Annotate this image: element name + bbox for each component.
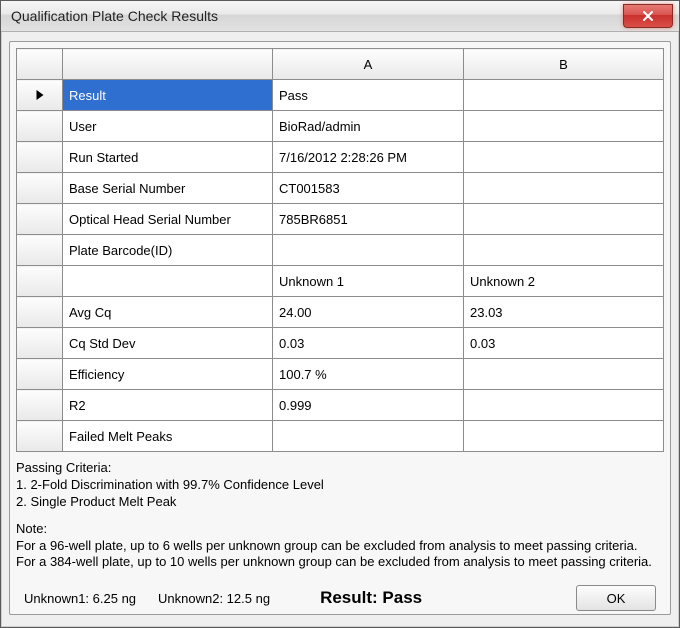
cell-b[interactable] — [464, 235, 664, 266]
row-header[interactable] — [17, 359, 63, 390]
cell-a[interactable]: BioRad/admin — [273, 111, 464, 142]
close-button[interactable] — [623, 4, 673, 28]
cell-b[interactable]: 0.03 — [464, 328, 664, 359]
cell-b[interactable] — [464, 142, 664, 173]
row-label[interactable] — [63, 266, 273, 297]
table-row[interactable]: Plate Barcode(ID) — [17, 235, 664, 266]
criteria-line-1: 1. 2-Fold Discrimination with 99.7% Conf… — [16, 477, 664, 494]
table-row[interactable]: Failed Melt Peaks — [17, 421, 664, 452]
grid-header-label[interactable] — [63, 49, 273, 80]
footer-unknown2: Unknown2: 12.5 ng — [158, 591, 270, 606]
footer-result: Result: Pass — [320, 588, 422, 608]
row-label[interactable]: Run Started — [63, 142, 273, 173]
cell-b[interactable] — [464, 111, 664, 142]
grid-body: ResultPassUserBioRad/adminRun Started7/1… — [17, 80, 664, 452]
dialog-window: Qualification Plate Check Results A B — [0, 0, 680, 628]
table-row[interactable]: Base Serial NumberCT001583 — [17, 173, 664, 204]
criteria-line-2: 2. Single Product Melt Peak — [16, 494, 664, 511]
cell-b[interactable] — [464, 421, 664, 452]
row-label[interactable]: R2 — [63, 390, 273, 421]
grid-header-row: A B — [17, 49, 664, 80]
row-header[interactable] — [17, 80, 63, 111]
close-icon — [642, 10, 654, 22]
row-label[interactable]: Avg Cq — [63, 297, 273, 328]
note-heading: Note: — [16, 521, 664, 538]
cell-b[interactable] — [464, 359, 664, 390]
cell-a[interactable] — [273, 421, 464, 452]
row-label[interactable]: User — [63, 111, 273, 142]
table-row[interactable]: Run Started7/16/2012 2:28:26 PM — [17, 142, 664, 173]
results-grid[interactable]: A B ResultPassUserBioRad/adminRun Starte… — [16, 48, 664, 452]
row-label[interactable]: Result — [63, 80, 273, 111]
cell-a[interactable]: CT001583 — [273, 173, 464, 204]
row-header[interactable] — [17, 390, 63, 421]
cell-b[interactable] — [464, 80, 664, 111]
table-row[interactable]: Unknown 1Unknown 2 — [17, 266, 664, 297]
grid-header-a[interactable]: A — [273, 49, 464, 80]
note-line-2: For a 384-well plate, up to 10 wells per… — [16, 554, 664, 571]
criteria-heading: Passing Criteria: — [16, 460, 664, 477]
cell-b[interactable] — [464, 390, 664, 421]
notes-area: Passing Criteria: 1. 2-Fold Discriminati… — [10, 452, 670, 575]
row-label[interactable]: Optical Head Serial Number — [63, 204, 273, 235]
window-title: Qualification Plate Check Results — [11, 8, 218, 24]
cell-a[interactable]: Unknown 1 — [273, 266, 464, 297]
row-header[interactable] — [17, 142, 63, 173]
cell-a[interactable]: 7/16/2012 2:28:26 PM — [273, 142, 464, 173]
cell-b[interactable]: Unknown 2 — [464, 266, 664, 297]
row-header[interactable] — [17, 173, 63, 204]
row-header[interactable] — [17, 421, 63, 452]
client-area: A B ResultPassUserBioRad/adminRun Starte… — [9, 41, 671, 615]
ok-button[interactable]: OK — [576, 585, 656, 611]
grid-header-b[interactable]: B — [464, 49, 664, 80]
table-row[interactable]: Efficiency100.7 % — [17, 359, 664, 390]
cell-a[interactable]: 100.7 % — [273, 359, 464, 390]
row-header[interactable] — [17, 204, 63, 235]
table-row[interactable]: UserBioRad/admin — [17, 111, 664, 142]
table-row[interactable]: ResultPass — [17, 80, 664, 111]
cell-a[interactable]: 0.03 — [273, 328, 464, 359]
cell-b[interactable] — [464, 173, 664, 204]
note-line-1: For a 96-well plate, up to 6 wells per u… — [16, 538, 664, 555]
footer: Unknown1: 6.25 ng Unknown2: 12.5 ng Resu… — [10, 575, 670, 625]
table-row[interactable]: R20.999 — [17, 390, 664, 421]
row-header[interactable] — [17, 328, 63, 359]
footer-unknown1: Unknown1: 6.25 ng — [24, 591, 136, 606]
titlebar: Qualification Plate Check Results — [1, 1, 679, 32]
cell-b[interactable] — [464, 204, 664, 235]
grid-header-corner[interactable] — [17, 49, 63, 80]
table-row[interactable]: Cq Std Dev0.030.03 — [17, 328, 664, 359]
row-label[interactable]: Cq Std Dev — [63, 328, 273, 359]
row-label[interactable]: Failed Melt Peaks — [63, 421, 273, 452]
cell-a[interactable]: 785BR6851 — [273, 204, 464, 235]
cell-a[interactable]: 24.00 — [273, 297, 464, 328]
cell-a[interactable]: 0.999 — [273, 390, 464, 421]
row-label[interactable]: Base Serial Number — [63, 173, 273, 204]
cell-a[interactable] — [273, 235, 464, 266]
row-header[interactable] — [17, 266, 63, 297]
results-grid-wrap: A B ResultPassUserBioRad/adminRun Starte… — [10, 42, 670, 452]
row-label[interactable]: Plate Barcode(ID) — [63, 235, 273, 266]
row-header[interactable] — [17, 235, 63, 266]
row-header[interactable] — [17, 111, 63, 142]
table-row[interactable]: Optical Head Serial Number785BR6851 — [17, 204, 664, 235]
row-label[interactable]: Efficiency — [63, 359, 273, 390]
cell-b[interactable]: 23.03 — [464, 297, 664, 328]
cell-a[interactable]: Pass — [273, 80, 464, 111]
row-header[interactable] — [17, 297, 63, 328]
table-row[interactable]: Avg Cq24.0023.03 — [17, 297, 664, 328]
